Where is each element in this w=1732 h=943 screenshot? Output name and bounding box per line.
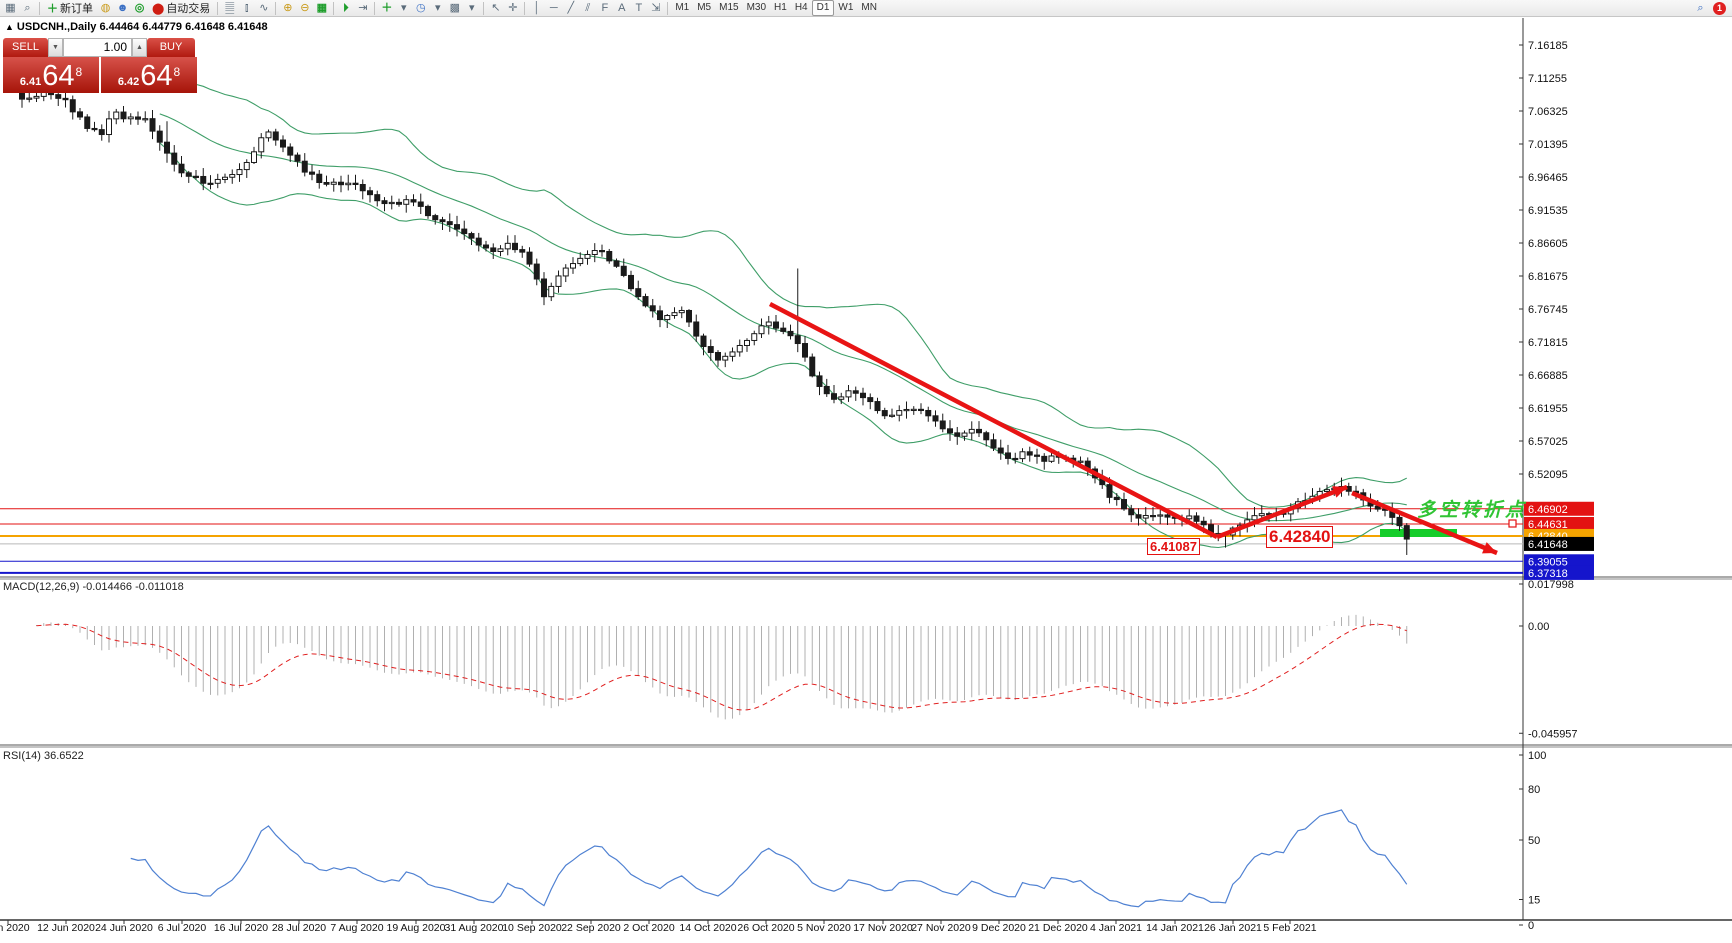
svg-text:7.11255: 7.11255	[1528, 73, 1567, 85]
svg-text:6.71815: 6.71815	[1528, 337, 1568, 349]
svg-text:6.61955: 6.61955	[1528, 403, 1568, 415]
svg-text:26 Jan 2021: 26 Jan 2021	[1204, 922, 1262, 934]
svg-text:100: 100	[1528, 750, 1546, 762]
volume-increase-button[interactable]: ▲	[132, 38, 147, 57]
svg-text:0.017998: 0.017998	[1528, 579, 1574, 591]
svg-text:9 Dec 2020: 9 Dec 2020	[972, 922, 1026, 934]
svg-text:6.46902: 6.46902	[1528, 504, 1568, 516]
svg-text:10 Sep 2020: 10 Sep 2020	[502, 922, 562, 934]
svg-text:7.06325: 7.06325	[1528, 106, 1568, 118]
svg-text:6.96465: 6.96465	[1528, 172, 1568, 184]
svg-text:6.81675: 6.81675	[1528, 271, 1568, 283]
svg-text:14 Oct 2020: 14 Oct 2020	[679, 922, 736, 934]
rsi-header: RSI(14) 36.6522	[3, 750, 84, 762]
svg-text:6.52095: 6.52095	[1528, 469, 1568, 481]
svg-text:17 Nov 2020: 17 Nov 2020	[853, 922, 913, 934]
svg-text:6.76745: 6.76745	[1528, 304, 1568, 316]
svg-text:0.00: 0.00	[1528, 621, 1549, 633]
buy-price-panel[interactable]: 6.42 64 8	[101, 57, 197, 93]
volume-input[interactable]: 1.00	[63, 38, 132, 57]
svg-text:0: 0	[1528, 920, 1534, 932]
svg-text:6.86605: 6.86605	[1528, 238, 1568, 250]
svg-text:22 Sep 2020: 22 Sep 2020	[561, 922, 621, 934]
mt4-window: ▦ ⌕ ＋ 新订单 ◍ ☻ ◎ ⬤ 自动交易 𝄛 ⫾ ∿ ⊕ ⊖ ▦ ⏵ ⇥ ＋…	[0, 0, 1732, 943]
volume-decrease-button[interactable]: ▼	[48, 38, 63, 57]
svg-text:Jun 2020: Jun 2020	[0, 922, 30, 934]
buy-price-sup: 8	[174, 65, 181, 79]
sell-price-big: 64	[42, 62, 74, 91]
svg-text:50: 50	[1528, 835, 1540, 847]
chart-svg[interactable]: 7.16185 7.11255 7.06325 7.01395 6.96465 6.915…	[0, 0, 1732, 943]
svg-text:6.66885: 6.66885	[1528, 370, 1568, 382]
svg-text:6 Jul 2020: 6 Jul 2020	[158, 922, 207, 934]
symbol-ohlc-text: USDCNH.,Daily 6.44464 6.44779 6.41648 6.…	[17, 21, 268, 33]
svg-text:16 Jul 2020: 16 Jul 2020	[214, 922, 268, 934]
svg-text:-0.045957: -0.045957	[1528, 728, 1578, 740]
sell-price-small: 6.41	[20, 76, 41, 88]
svg-text:6.91535: 6.91535	[1528, 205, 1568, 217]
buy-price-big: 64	[140, 62, 172, 91]
sell-price-sup: 8	[76, 65, 83, 79]
collapse-arrow-icon[interactable]: ▲	[5, 22, 14, 32]
svg-text:12 Jun 2020: 12 Jun 2020	[37, 922, 95, 934]
svg-text:27 Nov 2020: 27 Nov 2020	[911, 922, 971, 934]
sell-price-panel[interactable]: 6.41 64 8	[3, 57, 99, 93]
svg-text:5 Feb 2021: 5 Feb 2021	[1263, 922, 1316, 934]
svg-text:80: 80	[1528, 784, 1540, 796]
macd-header: MACD(12,26,9) -0.014466 -0.011018	[3, 581, 184, 593]
svg-text:14 Jan 2021: 14 Jan 2021	[1146, 922, 1204, 934]
buy-button[interactable]: BUY	[147, 38, 195, 57]
svg-text:7 Aug 2020: 7 Aug 2020	[330, 922, 383, 934]
svg-text:5 Nov 2020: 5 Nov 2020	[797, 922, 851, 934]
svg-text:31 Aug 2020: 31 Aug 2020	[445, 922, 504, 934]
svg-text:19 Aug 2020: 19 Aug 2020	[387, 922, 446, 934]
svg-text:28 Jul 2020: 28 Jul 2020	[272, 922, 326, 934]
svg-text:21 Dec 2020: 21 Dec 2020	[1028, 922, 1088, 934]
trendline-low-price-label[interactable]: 6.41087	[1147, 538, 1200, 555]
svg-text:6.57025: 6.57025	[1528, 436, 1568, 448]
one-click-trading: SELL ▼ 1.00 ▲ BUY 6.41 64 8 6.42 64 8	[3, 38, 197, 93]
retrace-price-label[interactable]: 6.42840	[1266, 526, 1333, 548]
svg-text:7.16185: 7.16185	[1528, 40, 1568, 52]
svg-text:2 Oct 2020: 2 Oct 2020	[623, 922, 675, 934]
svg-text:15: 15	[1528, 895, 1540, 907]
sell-button[interactable]: SELL	[3, 38, 48, 57]
symbol-header: ▲USDCNH.,Daily 6.44464 6.44779 6.41648 6…	[5, 21, 268, 33]
svg-text:4 Jan 2021: 4 Jan 2021	[1090, 922, 1142, 934]
svg-text:24 Jun 2020: 24 Jun 2020	[95, 922, 153, 934]
turning-point-text[interactable]: 多空转折点	[1417, 495, 1527, 522]
svg-text:6.41648: 6.41648	[1528, 539, 1568, 551]
buy-price-small: 6.42	[118, 76, 139, 88]
svg-text:7.01395: 7.01395	[1528, 139, 1568, 151]
svg-text:26 Oct 2020: 26 Oct 2020	[737, 922, 794, 934]
